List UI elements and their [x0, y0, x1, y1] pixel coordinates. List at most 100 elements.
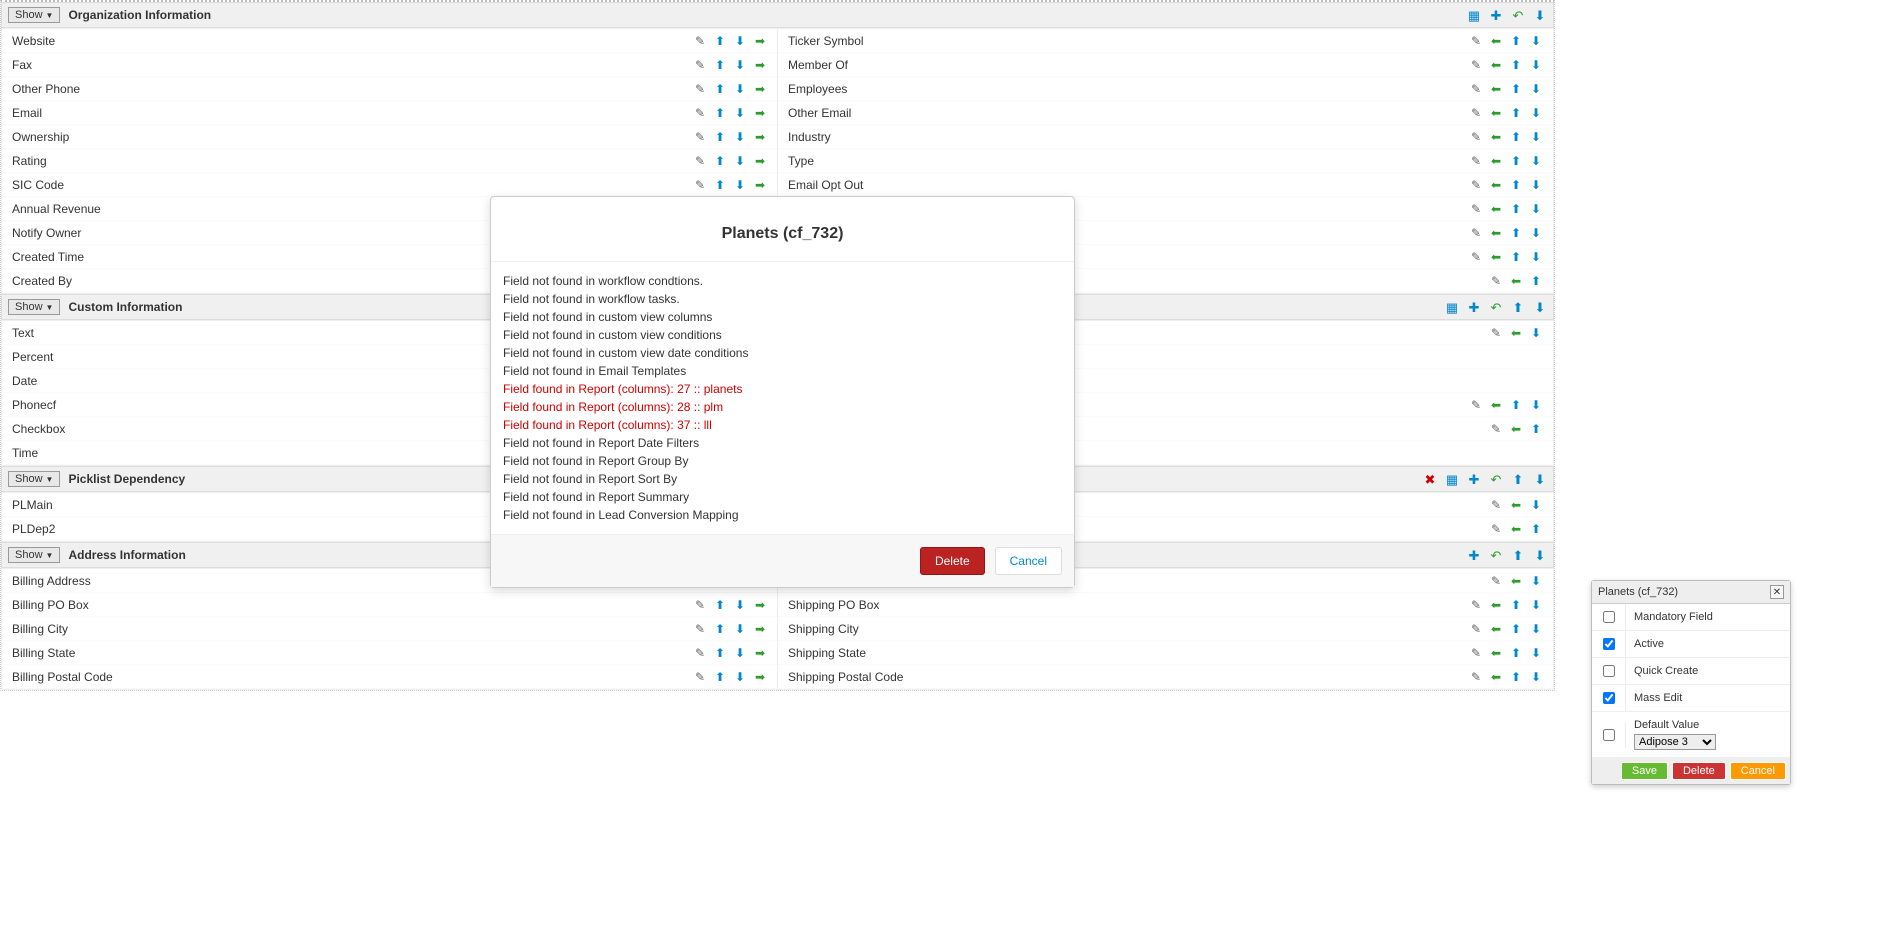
arrow-up-icon[interactable]: ⬆ [1509, 398, 1523, 412]
edit-icon[interactable]: ✎ [693, 178, 707, 192]
arrow-left-icon[interactable]: ⬅ [1489, 670, 1503, 684]
edit-icon[interactable]: ✎ [693, 130, 707, 144]
arrow-right-icon[interactable]: ➡ [753, 154, 767, 168]
arrow-down-icon[interactable]: ⬇ [1529, 154, 1543, 168]
popover-checkbox[interactable] [1603, 692, 1615, 704]
arrow-down-icon[interactable]: ⬇ [1529, 398, 1543, 412]
arrow-up-icon[interactable]: ⬆ [1509, 82, 1523, 96]
arrow-left-icon[interactable]: ⬅ [1489, 58, 1503, 72]
arrow-left-icon[interactable]: ⬅ [1489, 202, 1503, 216]
arrow-down-icon[interactable]: ⬇ [1529, 598, 1543, 612]
arrow-left-icon[interactable]: ⬅ [1489, 250, 1503, 264]
arrow-down-icon[interactable]: ⬇ [1533, 300, 1547, 314]
add-icon[interactable]: ✚ [1467, 300, 1481, 314]
arrow-up-icon[interactable]: ⬆ [1511, 548, 1525, 562]
arrow-up-icon[interactable]: ⬆ [1509, 178, 1523, 192]
modal-delete-button[interactable]: Delete [920, 547, 985, 575]
edit-icon[interactable]: ✎ [693, 622, 707, 636]
arrow-down-icon[interactable]: ⬇ [1529, 58, 1543, 72]
arrow-up-icon[interactable]: ⬆ [713, 130, 727, 144]
edit-icon[interactable]: ✎ [1469, 82, 1483, 96]
arrow-left-icon[interactable]: ⬅ [1489, 34, 1503, 48]
edit-icon[interactable]: ✎ [1469, 398, 1483, 412]
arrow-right-icon[interactable]: ➡ [753, 58, 767, 72]
popover-checkbox[interactable] [1603, 665, 1615, 677]
arrow-up-icon[interactable]: ⬆ [1509, 622, 1523, 636]
arrow-down-icon[interactable]: ⬇ [1533, 472, 1547, 486]
arrow-up-icon[interactable]: ⬆ [713, 178, 727, 192]
arrow-down-icon[interactable]: ⬇ [1529, 202, 1543, 216]
arrow-up-icon[interactable]: ⬆ [1509, 34, 1523, 48]
add-icon[interactable]: ✚ [1489, 8, 1503, 22]
arrow-right-icon[interactable]: ➡ [753, 622, 767, 636]
arrow-down-icon[interactable]: ⬇ [1529, 226, 1543, 240]
edit-icon[interactable]: ✎ [1469, 202, 1483, 216]
arrow-down-icon[interactable]: ⬇ [1529, 574, 1543, 588]
popover-cancel-button[interactable]: Cancel [1730, 762, 1786, 780]
arrow-up-icon[interactable]: ⬆ [713, 58, 727, 72]
arrow-up-icon[interactable]: ⬆ [1509, 202, 1523, 216]
arrow-right-icon[interactable]: ➡ [753, 598, 767, 612]
edit-icon[interactable]: ✎ [1469, 34, 1483, 48]
layout-icon[interactable]: ▦ [1445, 300, 1459, 314]
arrow-up-icon[interactable]: ⬆ [713, 646, 727, 660]
arrow-down-icon[interactable]: ⬇ [733, 130, 747, 144]
default-value-checkbox[interactable] [1603, 729, 1615, 741]
edit-icon[interactable]: ✎ [1469, 226, 1483, 240]
default-value-select[interactable]: Adipose 3 [1634, 734, 1716, 750]
edit-icon[interactable]: ✎ [693, 82, 707, 96]
edit-icon[interactable]: ✎ [693, 34, 707, 48]
arrow-down-icon[interactable]: ⬇ [733, 154, 747, 168]
edit-icon[interactable]: ✎ [1469, 250, 1483, 264]
arrow-up-icon[interactable]: ⬆ [713, 154, 727, 168]
show-dropdown[interactable]: Show▼ [8, 299, 60, 315]
arrow-left-icon[interactable]: ⬅ [1509, 274, 1523, 288]
arrow-up-icon[interactable]: ⬆ [1529, 522, 1543, 536]
arrow-left-icon[interactable]: ⬅ [1489, 398, 1503, 412]
edit-icon[interactable]: ✎ [1469, 130, 1483, 144]
arrow-up-icon[interactable]: ⬆ [713, 34, 727, 48]
arrow-down-icon[interactable]: ⬇ [1529, 250, 1543, 264]
arrow-up-icon[interactable]: ⬆ [713, 598, 727, 612]
arrow-down-icon[interactable]: ⬇ [1529, 82, 1543, 96]
arrow-up-icon[interactable]: ⬆ [713, 82, 727, 96]
edit-icon[interactable]: ✎ [693, 154, 707, 168]
arrow-down-icon[interactable]: ⬇ [1529, 34, 1543, 48]
arrow-right-icon[interactable]: ➡ [753, 178, 767, 192]
arrow-down-icon[interactable]: ⬇ [733, 34, 747, 48]
layout-icon[interactable]: ▦ [1445, 472, 1459, 486]
arrow-up-icon[interactable]: ⬆ [1529, 422, 1543, 436]
edit-icon[interactable]: ✎ [1489, 326, 1503, 340]
arrow-up-icon[interactable]: ⬆ [1509, 226, 1523, 240]
edit-icon[interactable]: ✎ [693, 106, 707, 120]
undo-icon[interactable]: ↶ [1511, 8, 1525, 22]
arrow-down-icon[interactable]: ⬇ [1533, 548, 1547, 562]
arrow-up-icon[interactable]: ⬆ [1509, 130, 1523, 144]
arrow-up-icon[interactable]: ⬆ [1509, 646, 1523, 660]
delete-icon[interactable]: ✖ [1423, 472, 1437, 486]
show-dropdown[interactable]: Show▼ [8, 547, 60, 563]
arrow-down-icon[interactable]: ⬇ [733, 106, 747, 120]
edit-icon[interactable]: ✎ [1489, 422, 1503, 436]
arrow-left-icon[interactable]: ⬅ [1509, 498, 1523, 512]
arrow-down-icon[interactable]: ⬇ [1529, 622, 1543, 636]
arrow-down-icon[interactable]: ⬇ [1529, 178, 1543, 192]
modal-cancel-button[interactable]: Cancel [995, 547, 1062, 575]
edit-icon[interactable]: ✎ [693, 58, 707, 72]
arrow-down-icon[interactable]: ⬇ [1529, 106, 1543, 120]
edit-icon[interactable]: ✎ [1469, 106, 1483, 120]
arrow-right-icon[interactable]: ➡ [753, 34, 767, 48]
arrow-left-icon[interactable]: ⬅ [1509, 522, 1523, 536]
arrow-left-icon[interactable]: ⬅ [1489, 154, 1503, 168]
add-icon[interactable]: ✚ [1467, 548, 1481, 562]
arrow-down-icon[interactable]: ⬇ [1529, 498, 1543, 512]
arrow-right-icon[interactable]: ➡ [753, 82, 767, 96]
arrow-down-icon[interactable]: ⬇ [1529, 326, 1543, 340]
arrow-right-icon[interactable]: ➡ [753, 130, 767, 144]
arrow-down-icon[interactable]: ⬇ [1529, 646, 1543, 660]
edit-icon[interactable]: ✎ [693, 670, 707, 684]
arrow-left-icon[interactable]: ⬅ [1489, 646, 1503, 660]
arrow-left-icon[interactable]: ⬅ [1489, 598, 1503, 612]
undo-icon[interactable]: ↶ [1489, 300, 1503, 314]
show-dropdown[interactable]: Show▼ [8, 7, 60, 23]
